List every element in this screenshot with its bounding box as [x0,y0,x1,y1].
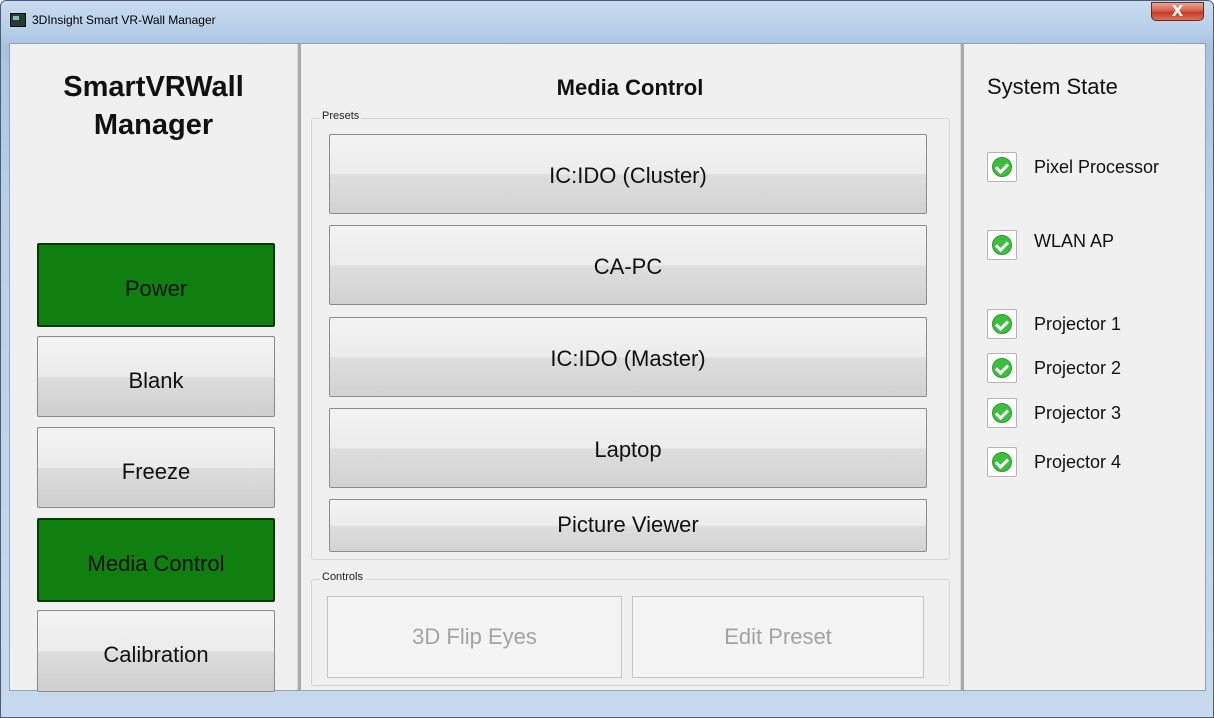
preset-button-label: IC:IDO (Cluster) [549,163,707,188]
brand-title-line2: Manager [93,109,214,141]
app-icon [10,13,26,27]
check-icon [992,358,1012,378]
preset-button-label: Laptop [594,437,662,462]
state-item-wlan-ap: WLAN AP [987,229,1114,261]
state-label: Pixel Processor [1034,156,1160,177]
state-item-pixel-processor: Pixel Processor [987,151,1159,183]
controls-group-label: Controls [320,571,365,583]
media-control-panel: Media Control Presets IC:IDO (Cluster) C… [300,44,960,690]
flip-eyes-button[interactable]: 3D Flip Eyes [327,596,622,678]
media-control-button-label: Media Control [87,551,225,576]
client-area: SmartVRWall Manager Power Blank Freeze M… [9,43,1206,692]
state-label: Projector 1 [1034,313,1122,334]
status-indicator [987,152,1017,182]
calibration-button[interactable]: Calibration [37,610,275,692]
freeze-button[interactable]: Freeze [37,427,275,508]
state-item-projector-3: Projector 3 [987,397,1121,429]
presets-group-label: Presets [320,110,362,122]
status-indicator [987,230,1017,260]
system-state-title: System State [987,74,1118,99]
state-label: WLAN AP [1034,230,1115,251]
close-button[interactable]: X [1151,2,1204,21]
status-indicator [987,353,1017,383]
edit-preset-button-label: Edit Preset [724,624,832,649]
title-bar[interactable]: 3DInsight Smart VR-Wall Manager X [1,1,1213,41]
navigation-panel: SmartVRWall Manager Power Blank Freeze M… [10,44,297,692]
state-item-projector-1: Projector 1 [987,308,1121,340]
flip-eyes-button-label: 3D Flip Eyes [412,624,537,649]
right-divider [960,44,964,690]
brand-title: SmartVRWall Manager [10,68,297,144]
window-title: 3DInsight Smart VR-Wall Manager [32,13,216,27]
preset-button-ic-ido-cluster[interactable]: IC:IDO (Cluster) [329,134,927,214]
preset-button-ic-ido-master[interactable]: IC:IDO (Master) [329,317,927,397]
state-label: Projector 3 [1034,402,1122,423]
preset-button-label: CA-PC [593,254,663,279]
system-state-panel: System State Pixel Processor WLAN AP Pro… [965,44,1205,690]
check-icon [992,452,1012,472]
state-item-projector-2: Projector 2 [987,352,1121,384]
preset-button-laptop[interactable]: Laptop [329,408,927,488]
calibration-button-label: Calibration [103,642,209,667]
preset-button-ca-pc[interactable]: CA-PC [329,225,927,305]
preset-button-label: IC:IDO (Master) [550,346,706,371]
freeze-button-label: Freeze [121,458,191,484]
status-indicator [987,398,1017,428]
status-indicator [987,447,1017,477]
app-window: 3DInsight Smart VR-Wall Manager X SmartV… [0,0,1214,718]
preset-button-label: Picture Viewer [557,511,699,537]
media-control-title: Media Control [556,75,704,100]
power-button[interactable]: Power [37,243,275,327]
status-indicator [987,309,1017,339]
state-item-projector-4: Projector 4 [987,446,1121,478]
close-icon: X [1171,2,1184,20]
media-control-button[interactable]: Media Control [37,518,275,602]
brand-title-line1: SmartVRWall [63,71,244,103]
check-icon [992,403,1012,423]
power-button-label: Power [124,276,188,301]
blank-button-label: Blank [128,367,184,393]
edit-preset-button[interactable]: Edit Preset [632,596,924,678]
state-label: Projector 4 [1034,451,1122,472]
blank-button[interactable]: Blank [37,336,275,417]
check-icon [992,235,1012,255]
preset-button-picture-viewer[interactable]: Picture Viewer [329,499,927,552]
check-icon [992,314,1012,334]
check-icon [992,157,1012,177]
state-label: Projector 2 [1034,357,1122,378]
